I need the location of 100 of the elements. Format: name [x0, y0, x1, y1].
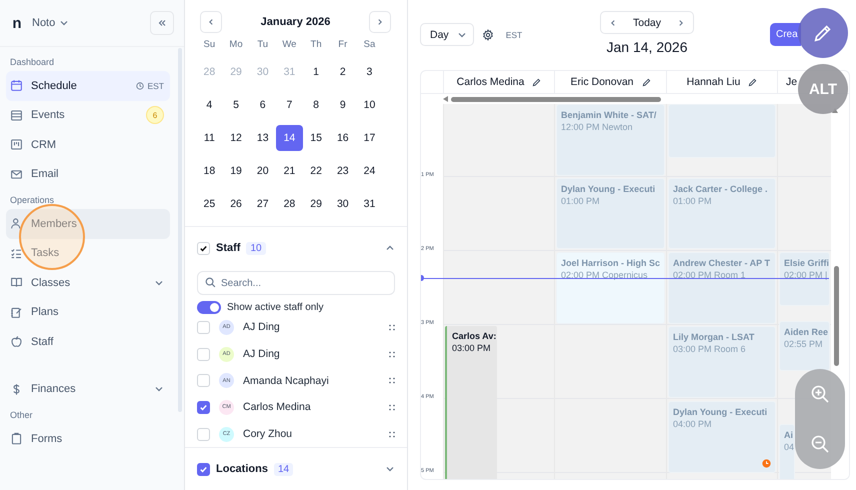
calendar-day[interactable]: 5 — [222, 92, 250, 118]
calendar-day[interactable]: 22 — [302, 158, 330, 184]
event-card[interactable]: Carlos Av: 03:00 PM — [445, 326, 497, 479]
sidebar-item[interactable]: CRM — [6, 130, 170, 160]
drag-handle-icon[interactable] — [389, 430, 395, 438]
calendar-day[interactable]: 18 — [196, 158, 223, 184]
pencil-icon[interactable] — [532, 78, 542, 86]
create-button[interactable]: Crea — [770, 23, 801, 46]
month-title: January 2026 — [260, 16, 330, 28]
calendar-day[interactable]: 11 — [196, 124, 223, 150]
sidebar-item[interactable]: Finances — [6, 374, 170, 404]
staff-name: Amanda Ncaphayi — [243, 374, 329, 387]
settings-icon[interactable] — [482, 28, 494, 40]
calendar-day[interactable]: 28 — [276, 190, 303, 216]
sidebar-item[interactable]: Plans — [6, 298, 170, 327]
collapse-button[interactable] — [150, 11, 174, 35]
calendar-day[interactable]: 8 — [302, 92, 330, 118]
calendar-day[interactable]: 17 — [356, 124, 383, 150]
checkbox[interactable] — [197, 462, 210, 476]
count-badge: 10 — [246, 242, 266, 254]
calendar-day[interactable]: 27 — [249, 190, 276, 216]
pencil-icon[interactable] — [642, 78, 651, 86]
section-label: Other — [9, 409, 34, 422]
count-badge: 6 — [146, 106, 164, 124]
weekday-label: Su — [202, 39, 216, 52]
logo: n — [11, 15, 23, 31]
calendar-icon — [10, 79, 23, 92]
scrollbar-thumb[interactable] — [834, 266, 839, 366]
calendar-day[interactable]: 2 — [329, 58, 356, 84]
chevron-down-icon[interactable] — [59, 18, 70, 28]
weekday-label: Fr — [337, 39, 348, 52]
edit-button[interactable] — [798, 8, 848, 58]
calendar-day[interactable]: 3 — [356, 58, 383, 84]
calendar-day[interactable]: 12 — [222, 124, 250, 150]
calendar-day[interactable]: 20 — [249, 158, 276, 184]
section-title: Staff — [216, 242, 240, 254]
scroll-left-icon[interactable] — [443, 96, 448, 102]
staff-name: Carlos Medina — [243, 401, 311, 414]
weekday-label: Tu — [256, 39, 270, 52]
staff-column-header: Je — [786, 76, 798, 88]
envelope-icon — [10, 168, 23, 181]
calendar-day[interactable]: 4 — [196, 92, 223, 118]
calendar-day[interactable]: 25 — [196, 190, 223, 216]
calendar-day[interactable]: 26 — [222, 190, 250, 216]
drag-handle-icon[interactable] — [389, 377, 395, 384]
calendar-day[interactable]: 14 — [276, 124, 303, 150]
sidebar-item[interactable]: Classes — [6, 268, 170, 298]
calendar-day[interactable]: 23 — [329, 158, 356, 184]
pencil-icon[interactable] — [748, 78, 758, 86]
calendar-day[interactable]: 13 — [249, 124, 276, 150]
clock-icon — [762, 459, 771, 468]
clock-icon — [136, 82, 144, 90]
notepad-icon — [10, 306, 23, 319]
calendar-day[interactable]: 16 — [329, 124, 356, 150]
staff-name: AJ Ding — [243, 348, 280, 360]
section-title: Locations — [216, 463, 268, 476]
search-field[interactable]: Search... — [197, 271, 395, 295]
weekday-label: We — [281, 39, 298, 52]
calendar-day[interactable]: 10 — [356, 92, 383, 118]
drag-handle-icon[interactable] — [389, 350, 395, 358]
drag-handle-icon[interactable] — [389, 404, 395, 411]
staff-column-header: Eric Donovan — [570, 76, 634, 88]
calendar-day[interactable]: 15 — [302, 124, 330, 150]
calendar-day[interactable]: 19 — [222, 158, 250, 184]
chevron-left-icon — [207, 18, 215, 26]
checkmark-icon — [199, 402, 208, 412]
calendar-day[interactable]: 21 — [276, 158, 303, 184]
sidebar-item[interactable]: Staff — [6, 327, 170, 356]
section-label: Operations — [9, 194, 56, 207]
checkmark-icon — [199, 464, 208, 474]
chevron-left-icon[interactable] — [609, 18, 617, 26]
sidebar-item[interactable]: Forms — [6, 424, 170, 454]
calendar-day[interactable]: 30 — [329, 190, 356, 216]
sidebar-item[interactable]: Email — [6, 160, 170, 189]
workspace-switcher[interactable]: Noto — [32, 17, 70, 29]
section-label: Dashboard — [9, 56, 56, 69]
calendar-day[interactable]: 1 — [302, 58, 330, 84]
calendar-day[interactable]: 6 — [249, 92, 276, 118]
calendar-day[interactable]: 7 — [276, 92, 303, 118]
chevron-right-icon[interactable] — [677, 18, 685, 26]
calendar-day[interactable]: 29 — [302, 190, 330, 216]
checkbox[interactable] — [197, 400, 210, 414]
toggle-switch[interactable] — [197, 301, 221, 314]
weekday-label: Mo — [228, 39, 244, 52]
list-icon — [10, 108, 23, 122]
calendar-day[interactable]: 9 — [329, 92, 356, 118]
calendar-day[interactable]: 31 — [356, 190, 383, 216]
person-icon — [10, 217, 23, 230]
scrollbar-thumb[interactable] — [451, 96, 661, 102]
calendar-day[interactable]: 24 — [356, 158, 383, 184]
drag-handle-icon[interactable] — [389, 324, 395, 331]
sidebar-item[interactable]: Events 6 — [6, 100, 170, 130]
today-button[interactable]: Today — [632, 16, 662, 28]
count-badge: 14 — [274, 462, 294, 476]
staff-name: AJ Ding — [243, 321, 280, 334]
sidebar-item[interactable]: Schedule EST — [6, 71, 170, 100]
staff-column-header: Hannah Liu — [686, 76, 740, 88]
double-chevron-left-icon — [157, 18, 167, 28]
view-dropdown[interactable]: Day — [420, 23, 474, 46]
search-icon — [205, 277, 216, 288]
